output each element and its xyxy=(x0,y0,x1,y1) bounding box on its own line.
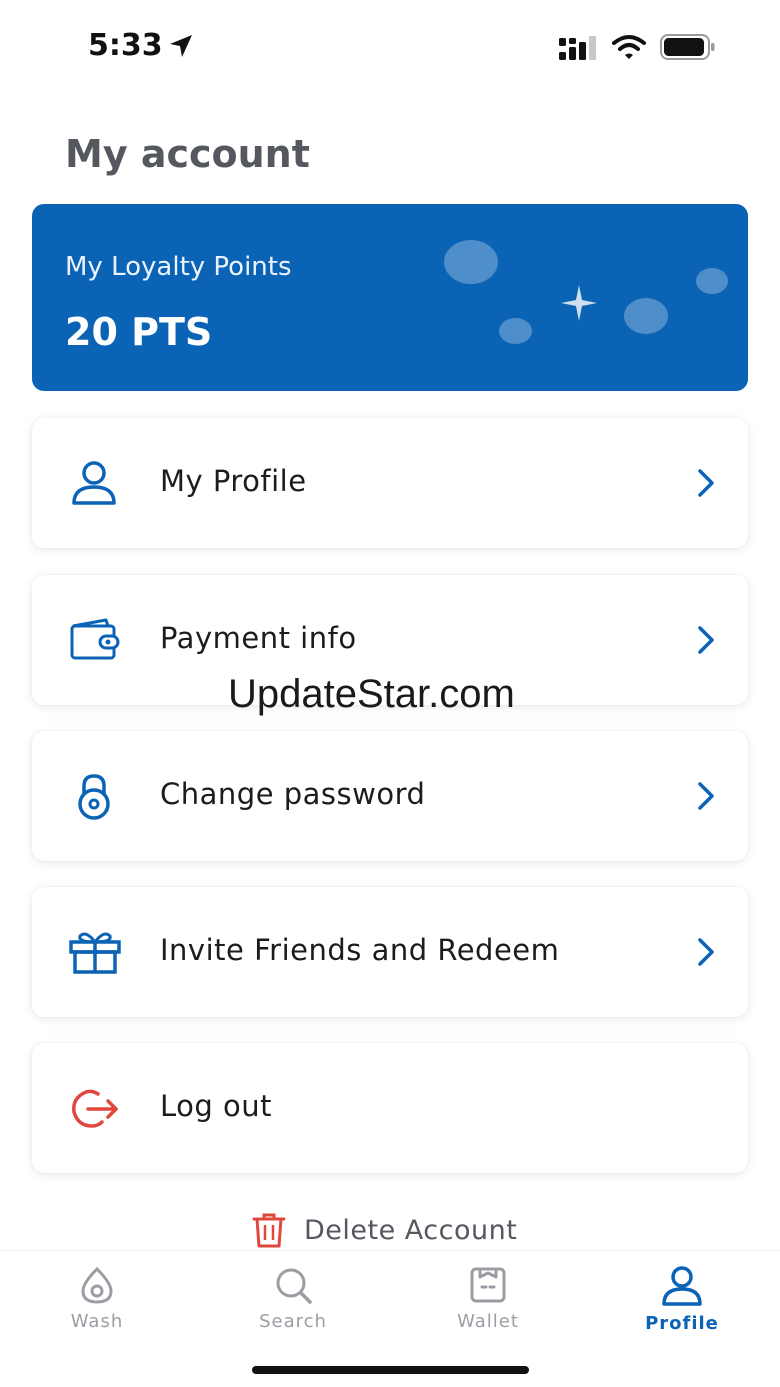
menu-item-change-password[interactable]: Change password xyxy=(32,731,748,861)
tab-label: Wallet xyxy=(457,1311,519,1332)
menu-item-log-out[interactable]: Log out xyxy=(32,1043,748,1173)
chevron-right-icon xyxy=(698,469,714,497)
tab-wallet[interactable]: Wallet xyxy=(423,1265,553,1345)
gift-icon xyxy=(69,932,121,974)
home-indicator xyxy=(252,1366,529,1374)
status-bar: 5:33 xyxy=(0,0,780,96)
menu-item-my-profile[interactable]: My Profile xyxy=(32,418,748,548)
tab-search[interactable]: Search xyxy=(228,1265,358,1345)
location-arrow-icon xyxy=(170,35,192,57)
menu-item-label: Log out xyxy=(160,1089,273,1123)
tab-label: Search xyxy=(259,1311,327,1332)
cellular-signal-icon xyxy=(559,36,596,60)
loyalty-points-label: My Loyalty Points xyxy=(65,252,292,282)
decorative-bubble xyxy=(499,318,532,344)
logout-icon xyxy=(72,1089,118,1128)
trash-icon xyxy=(252,1213,286,1248)
battery-icon xyxy=(660,34,715,60)
menu-item-label: Invite Friends and Redeem xyxy=(160,933,560,967)
status-time: 5:33 xyxy=(88,28,163,63)
decorative-bubble xyxy=(444,240,498,284)
sparkle-icon xyxy=(561,285,597,321)
chevron-right-icon xyxy=(698,782,714,810)
menu-item-label: Payment info xyxy=(160,621,357,655)
tab-wash[interactable]: Wash xyxy=(32,1265,162,1345)
lock-icon xyxy=(78,774,110,820)
search-icon xyxy=(276,1268,312,1304)
chevron-right-icon xyxy=(698,626,714,654)
decorative-bubble xyxy=(624,298,668,334)
delete-account-button[interactable]: Delete Account xyxy=(252,1208,517,1252)
tab-label: Wash xyxy=(70,1311,124,1332)
profile-icon xyxy=(662,1266,702,1306)
loyalty-points-value: 20 PTS xyxy=(65,310,213,354)
wifi-icon xyxy=(612,35,646,59)
wallet-icon xyxy=(70,618,120,660)
tab-label: Profile xyxy=(645,1313,719,1334)
menu-item-label: Change password xyxy=(160,777,426,811)
delete-account-label: Delete Account xyxy=(304,1214,518,1246)
menu-item-invite-friends[interactable]: Invite Friends and Redeem xyxy=(32,887,748,1017)
user-icon xyxy=(72,461,116,505)
wallet-tab-icon xyxy=(470,1267,506,1303)
decorative-bubble xyxy=(696,268,728,294)
watermark: UpdateStar.com xyxy=(228,672,515,716)
tab-profile[interactable]: Profile xyxy=(617,1265,747,1345)
page-title: My account xyxy=(65,132,310,176)
loyalty-points-card[interactable]: My Loyalty Points 20 PTS xyxy=(32,204,748,391)
menu-item-label: My Profile xyxy=(160,464,307,498)
chevron-right-icon xyxy=(698,938,714,966)
wash-icon xyxy=(81,1266,113,1304)
